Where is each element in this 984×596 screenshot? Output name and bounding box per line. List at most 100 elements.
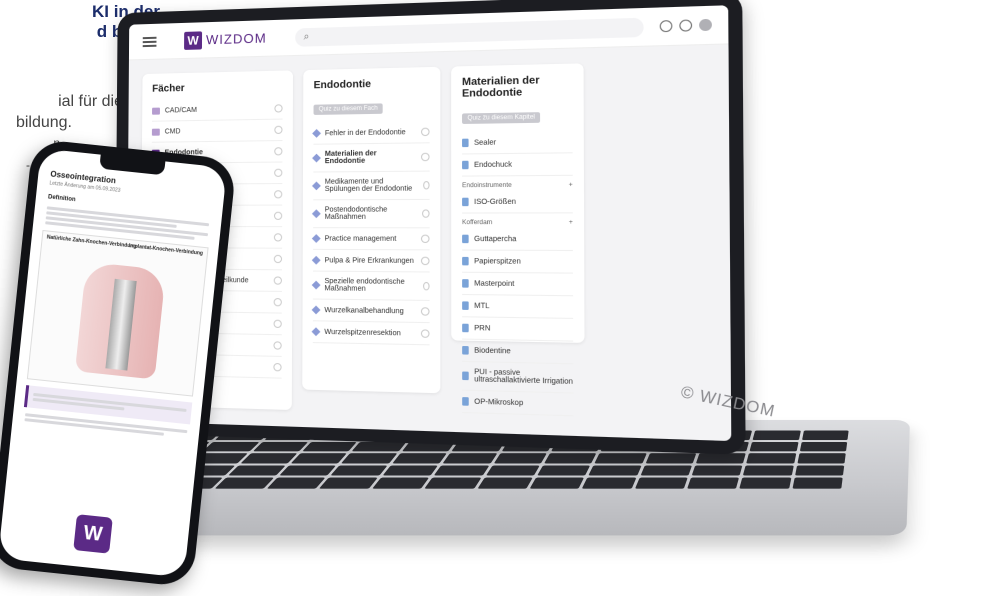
progress-ring-icon <box>273 254 283 264</box>
document-icon <box>462 345 469 355</box>
progress-ring-icon <box>421 209 430 218</box>
folder-icon <box>152 107 160 115</box>
keyboard-key <box>424 477 481 489</box>
search-input[interactable]: ⌕ <box>295 17 644 47</box>
quiz-fach-button[interactable]: Quiz zu diesem Fach <box>313 103 384 115</box>
keyboard-key <box>529 477 585 489</box>
keyboard-key <box>743 465 794 476</box>
keyboard-key <box>485 465 540 476</box>
list-item-label: Wurzelspitzenresektion <box>324 328 401 337</box>
progress-ring-icon <box>273 341 282 350</box>
quiz-kapitel-button[interactable]: Quiz zu diesem Kapitel <box>462 112 541 124</box>
list-item[interactable]: Endochuck <box>462 153 573 177</box>
document-icon <box>462 323 469 333</box>
keyboard-key <box>442 453 497 464</box>
list-item[interactable]: Papierspitzen <box>462 250 573 274</box>
wizdom-logo-mark: W <box>73 514 113 554</box>
progress-ring-icon <box>273 233 283 242</box>
chapter-icon <box>312 153 321 163</box>
logo-text: WIZDOM <box>205 30 267 48</box>
keyboard-key <box>351 441 407 452</box>
keyboard-key <box>266 477 326 489</box>
document-icon <box>462 197 469 207</box>
list-item[interactable]: Fehler in der Endodontie <box>312 121 430 145</box>
chapter-icon <box>312 129 321 138</box>
list-item-label: Biodentine <box>474 346 511 355</box>
progress-ring-icon <box>274 147 283 156</box>
list-item[interactable]: CMD <box>151 119 283 143</box>
list-item-label: PUI - passive ultraschallaktivierte Irri… <box>474 368 574 386</box>
keyboard-key <box>639 465 692 476</box>
expand-plus-icon[interactable]: + <box>569 220 573 226</box>
list-item-label: Guttapercha <box>474 235 517 243</box>
list-item-label: MTL <box>474 302 490 310</box>
list-item-label: ISO-Größen <box>474 198 516 206</box>
list-item[interactable]: Biodentine <box>462 339 574 365</box>
endodontie-title: Endodontie <box>313 78 372 92</box>
progress-ring-icon <box>274 104 283 113</box>
keyboard-key <box>476 477 533 489</box>
list-item-label: CAD/CAM <box>164 106 197 114</box>
search-icon: ⌕ <box>303 31 310 43</box>
progress-ring-icon <box>421 152 430 162</box>
user-icon[interactable] <box>679 19 693 32</box>
app-logo[interactable]: W WIZDOM <box>184 29 267 50</box>
progress-ring-icon <box>273 276 282 285</box>
list-item-label: Pulpa & Pire Erkrankungen <box>324 256 414 265</box>
list-item-label: CMD <box>164 127 181 136</box>
progress-ring-icon <box>423 181 430 190</box>
progress-ring-icon <box>421 127 430 137</box>
keyboard-key <box>799 441 848 452</box>
list-item[interactable]: Wurzelspitzenresektion <box>311 321 430 346</box>
list-item-label: Postendodontische Maßnahmen <box>324 206 388 221</box>
list-item[interactable]: MTL <box>462 295 574 319</box>
section-header[interactable]: Kofferdam + <box>462 213 573 228</box>
keyboard-key <box>392 453 447 464</box>
body-line-2: bildung. <box>15 114 72 131</box>
endodontie-list: Fehler in der Endodontie Materialien der … <box>311 121 430 346</box>
list-item-label: Practice management <box>324 234 397 243</box>
keyboard-key <box>290 453 348 464</box>
document-icon <box>462 138 469 148</box>
progress-ring-icon <box>273 211 283 220</box>
list-item[interactable]: CAD/CAM <box>151 98 283 122</box>
list-item[interactable]: Spezielle endodontische Maßnahmen <box>311 271 430 301</box>
list-item[interactable]: Postendodontische Maßnahmen <box>311 199 430 229</box>
list-item[interactable]: Pulpa & Pire Erkrankungen <box>311 249 430 273</box>
keyboard-key <box>214 477 274 489</box>
section-header[interactable]: Endoinstrumente + <box>462 176 573 192</box>
progress-ring-icon <box>274 168 283 177</box>
keyboard-key <box>691 465 743 476</box>
chapter-icon <box>311 305 321 315</box>
document-icon <box>462 160 469 170</box>
list-item[interactable]: ISO-Größen <box>462 190 573 214</box>
list-item[interactable]: Sealer <box>462 130 573 155</box>
keyboard-key <box>687 477 740 489</box>
list-item[interactable]: Practice management <box>311 228 430 251</box>
list-item[interactable]: Guttapercha <box>462 228 573 252</box>
list-item[interactable]: PUI - passive ultraschallaktivierte Irri… <box>462 361 574 394</box>
list-item[interactable]: OP-Mikroskop <box>462 390 574 417</box>
keyboard-key <box>433 465 489 476</box>
keyboard-key <box>794 465 845 476</box>
list-item[interactable]: Wurzelkanalbehandlung <box>311 299 430 324</box>
chapter-icon <box>311 327 321 337</box>
section-label: Endoinstrumente <box>462 182 512 190</box>
chapter-icon <box>312 181 321 191</box>
progress-ring-icon <box>422 281 430 291</box>
list-item[interactable]: Medikamente und Spülungen der Endodontie <box>312 171 430 201</box>
document-icon <box>462 279 469 288</box>
keyboard-key <box>319 477 378 489</box>
keyboard-key <box>645 453 697 464</box>
expand-plus-icon[interactable]: + <box>569 182 573 188</box>
faecher-title: Fächer <box>152 83 185 95</box>
list-item[interactable]: PRN <box>462 317 574 342</box>
progress-ring-icon <box>273 319 282 329</box>
keyboard-key <box>493 453 547 464</box>
hamburger-menu-icon[interactable] <box>142 36 157 47</box>
bell-icon[interactable] <box>659 20 673 33</box>
list-item[interactable]: Masterpoint <box>462 272 574 297</box>
chapter-icon <box>311 255 321 265</box>
list-item[interactable]: Materialien der Endodontie <box>312 143 430 173</box>
avatar[interactable] <box>699 18 712 32</box>
